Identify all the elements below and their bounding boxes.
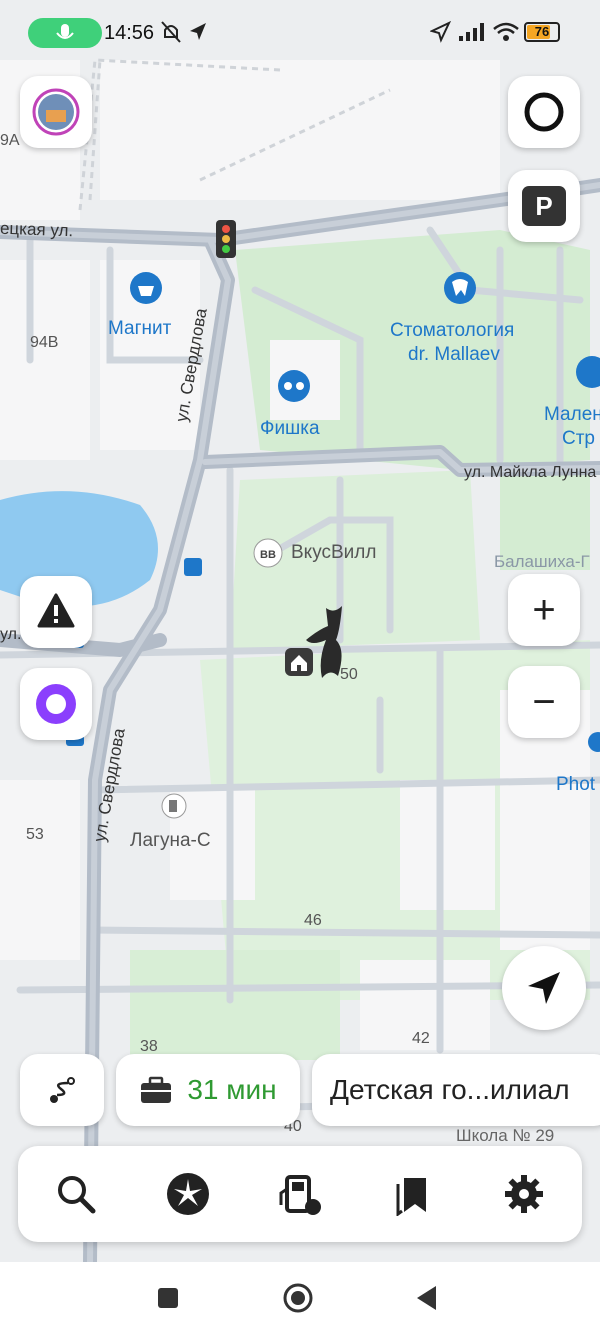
home-icon[interactable]: [285, 648, 313, 676]
zoom-out-button[interactable]: −: [508, 666, 580, 738]
poi-label[interactable]: Балашиха-Г: [494, 552, 590, 572]
street-label: ул.: [0, 626, 22, 643]
wifi-icon: [493, 22, 519, 41]
poi-label[interactable]: Фишка: [260, 418, 320, 440]
incident-button[interactable]: [20, 576, 92, 648]
poi-label[interactable]: Стоматология: [390, 320, 514, 342]
house-number: 42: [412, 1030, 430, 1047]
mute-bell-icon: [161, 21, 181, 43]
locate-button[interactable]: [502, 946, 586, 1030]
discovery-button[interactable]: [162, 1168, 214, 1220]
poi-label[interactable]: Мален: [544, 404, 600, 426]
shopping-basket-icon[interactable]: [130, 272, 162, 304]
zoom-in-button[interactable]: +: [508, 574, 580, 646]
poi-label[interactable]: Phot: [556, 774, 595, 796]
signal-icon: [459, 23, 484, 41]
parking-icon: P: [522, 186, 566, 226]
traffic-light-icon: [216, 220, 236, 258]
poi-label[interactable]: dr. Mallaev: [408, 344, 500, 366]
poi-label[interactable]: Магнит: [108, 318, 171, 340]
bus-stop-icon: [184, 558, 202, 576]
search-button[interactable]: [50, 1168, 102, 1220]
fuel-station-button[interactable]: [274, 1168, 326, 1220]
mic-indicator: [28, 18, 102, 48]
eta-label: 31 мин: [187, 1074, 277, 1105]
vkusvill-icon[interactable]: BB: [253, 538, 283, 568]
navigation-arrow-icon: [528, 972, 560, 1004]
house-number: 46: [304, 912, 322, 929]
route-icon: [50, 1077, 75, 1103]
destination-chip[interactable]: Детская го...илиал: [312, 1054, 600, 1126]
svg-text:BB: BB: [260, 549, 276, 561]
work-route-chip[interactable]: 31 мин: [116, 1054, 300, 1126]
glasses-icon[interactable]: [278, 370, 310, 402]
poi-label[interactable]: Лагуна-С: [130, 830, 211, 852]
briefcase-icon: [141, 1076, 172, 1103]
bookmarks-button[interactable]: [386, 1168, 438, 1220]
location-arrow-icon: [430, 20, 452, 43]
destination-label: Детская го...илиал: [330, 1074, 570, 1105]
alice-icon: [36, 684, 76, 724]
house-number: 94В: [30, 334, 59, 351]
search-icon: [58, 1176, 96, 1214]
bottom-toolbar: [18, 1146, 582, 1242]
warning-icon: [37, 593, 75, 628]
clock: 14:56: [104, 22, 155, 44]
avatar-icon: [32, 88, 80, 136]
alice-button[interactable]: [20, 668, 92, 740]
parking-button[interactable]: P: [508, 170, 580, 242]
poi-label[interactable]: ВкусВилл: [291, 542, 376, 564]
system-nav-bar: [0, 1262, 600, 1332]
route-options-button[interactable]: [20, 1054, 104, 1126]
home-icon[interactable]: [282, 1282, 314, 1314]
tooth-icon[interactable]: [444, 272, 476, 304]
back-icon[interactable]: [414, 1284, 440, 1312]
battery-indicator: 76: [524, 22, 560, 42]
bookmarks-icon: [396, 1178, 426, 1216]
microphone-icon: [56, 24, 74, 39]
settings-icon: [505, 1175, 543, 1213]
house-number: 53: [26, 826, 44, 843]
house-number: 9А: [0, 132, 20, 149]
settings-button[interactable]: [498, 1168, 550, 1220]
poi-label[interactable]: Школа № 29: [456, 1126, 554, 1146]
location-arrow-icon: [190, 23, 206, 40]
fuel-station-icon: [279, 1175, 321, 1215]
poi-label[interactable]: Стр: [562, 428, 595, 450]
alice-ring-button[interactable]: [508, 76, 580, 148]
recents-icon[interactable]: [156, 1286, 180, 1310]
alice-ring-icon: [524, 92, 564, 132]
house-number: 50: [340, 666, 358, 683]
status-bar: 14:56 76: [0, 0, 600, 64]
street-label: ул. Майкла Лунна: [464, 464, 597, 481]
fuel-icon[interactable]: [161, 793, 187, 819]
street-label: ецкая ул.: [0, 218, 74, 241]
profile-button[interactable]: [20, 76, 92, 148]
discovery-icon: [167, 1173, 209, 1215]
